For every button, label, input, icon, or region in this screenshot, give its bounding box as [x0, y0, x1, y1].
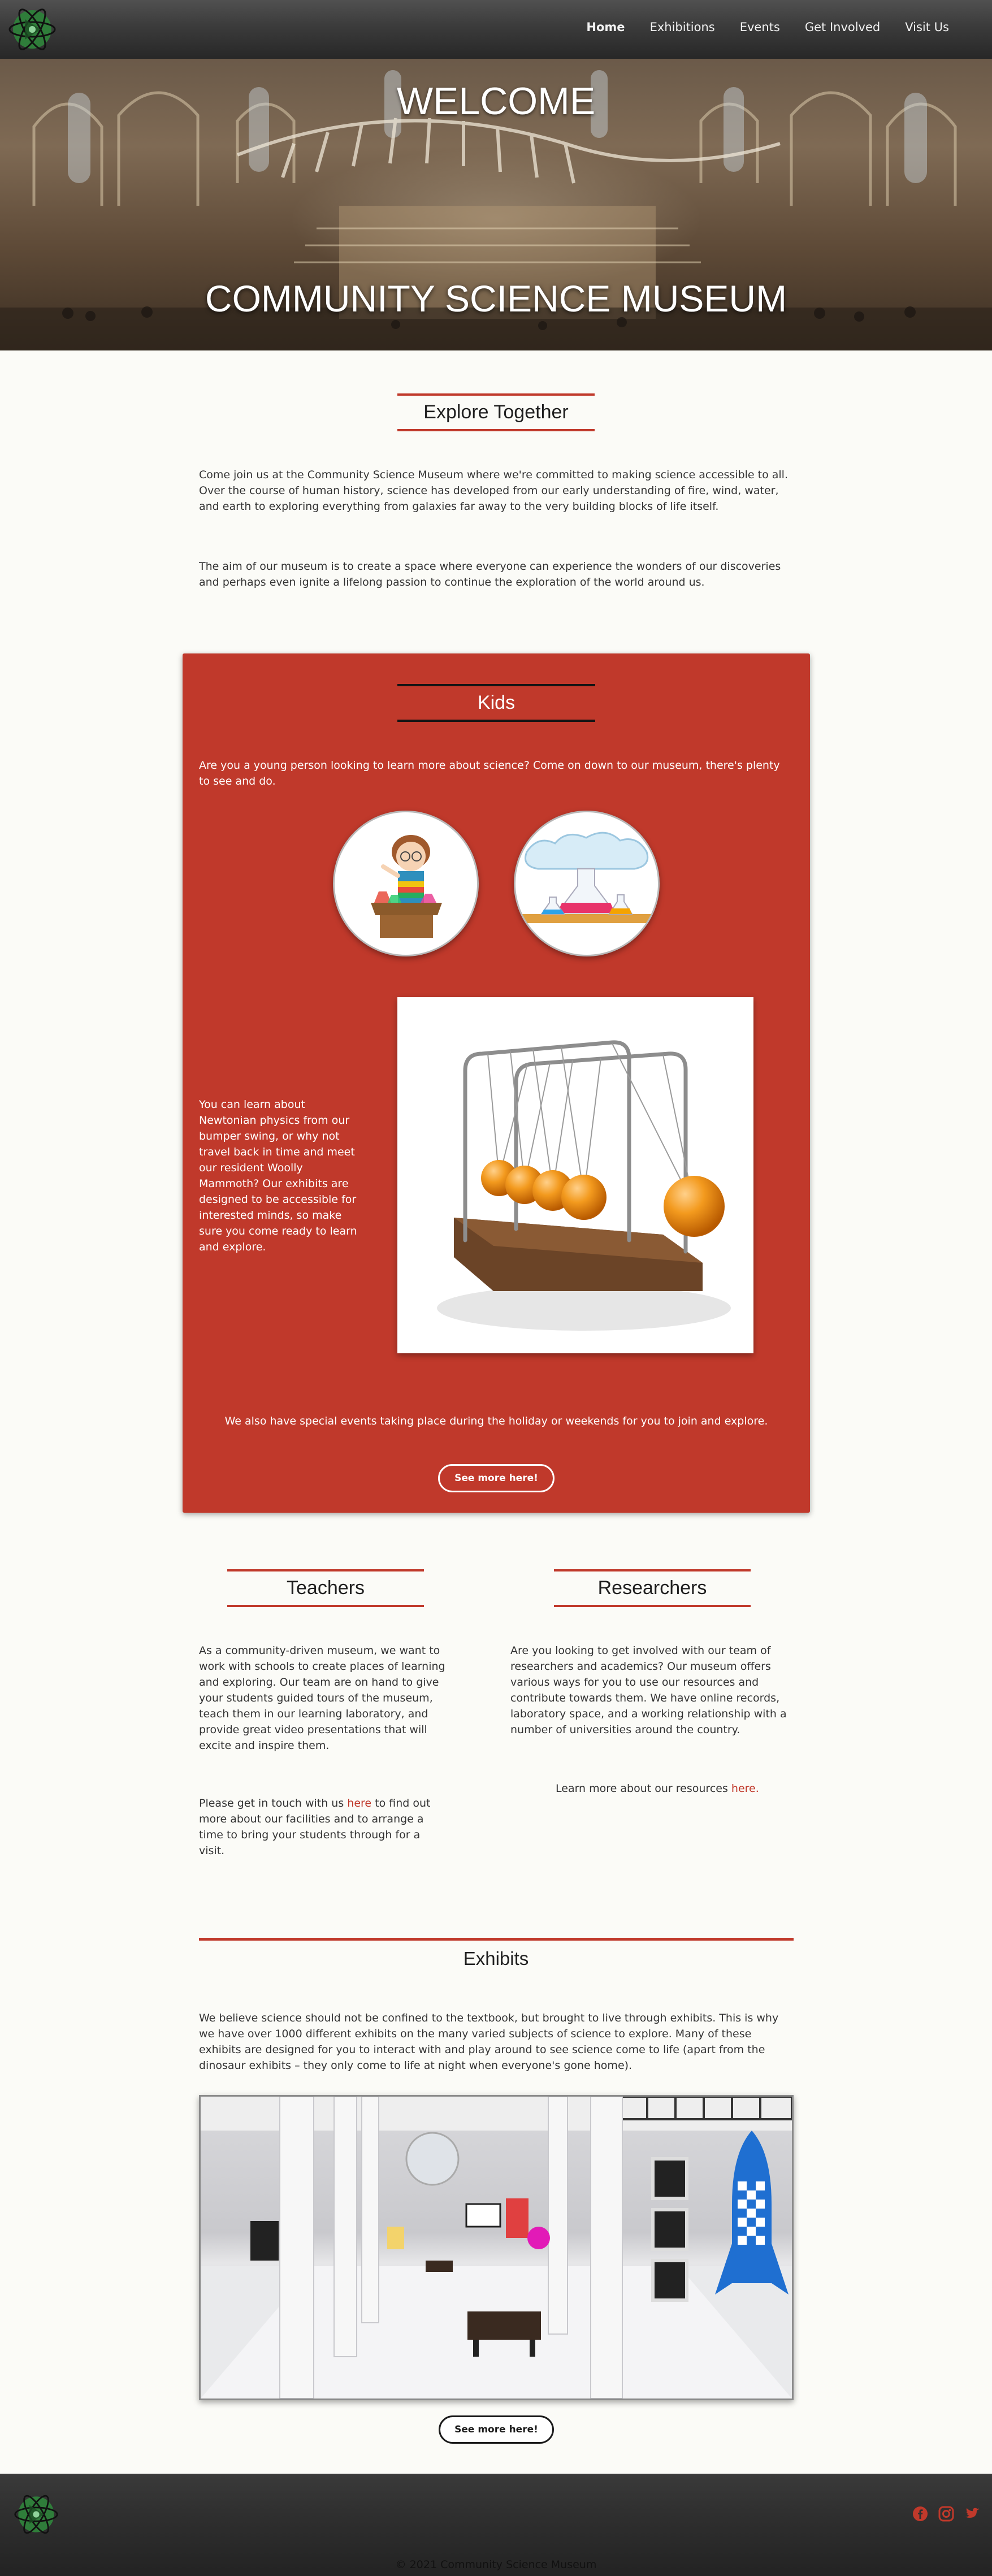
- kids-physics-paragraph: You can learn about Newtonian physics fr…: [199, 1098, 357, 1253]
- nav-get-involved[interactable]: Get Involved: [805, 20, 880, 34]
- kids-events-paragraph: We also have special events taking place…: [224, 1415, 768, 1427]
- exhibits-paragraph: We believe science should not be confine…: [199, 2012, 779, 2072]
- nav-events[interactable]: Events: [740, 20, 780, 34]
- hero-banner: WELCOME COMMUNITY SCIENCE MUSEUM: [0, 59, 992, 350]
- teachers-contact-paragraph: Please get in touch with us here to find…: [199, 1795, 448, 1859]
- footer: © 2021 Community Science Museum: [0, 2474, 992, 2576]
- newtons-cradle-image: [397, 997, 753, 1353]
- researchers-resources-text: Learn more about our resources: [556, 1782, 731, 1795]
- twitter-icon[interactable]: [964, 2505, 981, 2522]
- nav-exhibitions[interactable]: Exhibitions: [650, 20, 715, 34]
- exhibits-see-more-button[interactable]: See more here!: [439, 2415, 554, 2444]
- lab-flasks-image: [514, 811, 660, 956]
- kids-heading: Kids: [397, 684, 595, 722]
- facebook-icon[interactable]: [912, 2505, 929, 2522]
- footer-atom-logo-icon[interactable]: [14, 2491, 59, 2538]
- hero-title: COMMUNITY SCIENCE MUSEUM: [205, 278, 787, 319]
- top-navbar: Home Exhibitions Events Get Involved Vis…: [0, 0, 992, 59]
- intro-paragraph: Come join us at the Community Science Mu…: [199, 469, 789, 513]
- kids-intro: Are you a young person looking to learn …: [199, 759, 780, 787]
- main-nav: Home Exhibitions Events Get Involved Vis…: [586, 20, 949, 34]
- social-links: [912, 2505, 981, 2522]
- aim-paragraph: The aim of our museum is to create a spa…: [199, 560, 781, 588]
- teachers-paragraph: As a community-driven museum, we want to…: [199, 1644, 445, 1752]
- scientist-girl-image: [333, 811, 479, 956]
- teachers-heading: Teachers: [227, 1569, 424, 1607]
- nav-home[interactable]: Home: [586, 20, 625, 34]
- hero-welcome: WELCOME: [396, 80, 596, 123]
- exhibits-heading: Exhibits: [463, 1948, 529, 1969]
- kids-see-more-button[interactable]: See more here!: [438, 1464, 555, 1492]
- exhibit-hall-image: [199, 2095, 794, 2400]
- exhibits-top-rule: [199, 1938, 794, 1941]
- teachers-contact-text: Please get in touch with us: [199, 1797, 348, 1809]
- copyright-text: © 2021 Community Science Museum: [395, 2558, 597, 2571]
- researchers-paragraph: Are you looking to get involved with our…: [510, 1644, 787, 1736]
- researchers-resources-link[interactable]: here.: [731, 1782, 759, 1795]
- kids-section: Kids Are you a young person looking to l…: [183, 653, 810, 1513]
- atom-logo-icon[interactable]: [8, 5, 57, 54]
- researchers-resources-paragraph: Learn more about our resources here.: [556, 1781, 804, 1796]
- explore-heading: Explore Together: [397, 393, 595, 431]
- teachers-contact-link[interactable]: here: [347, 1797, 371, 1809]
- instagram-icon[interactable]: [938, 2505, 955, 2522]
- researchers-heading: Researchers: [554, 1569, 751, 1607]
- nav-visit-us[interactable]: Visit Us: [905, 20, 949, 34]
